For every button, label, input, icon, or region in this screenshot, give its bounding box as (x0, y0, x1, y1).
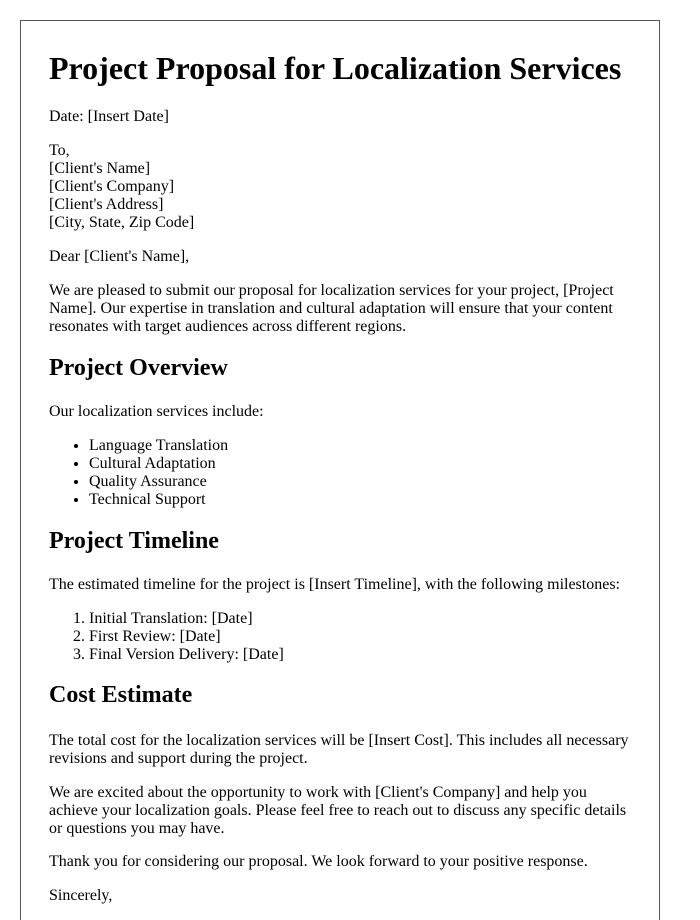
address-line: To, (49, 142, 70, 159)
milestones-list: Initial Translation: [Date] First Review… (49, 610, 284, 664)
date-line: Date: [Insert Date] (49, 108, 169, 125)
timeline-lead: The estimated timeline for the project i… (49, 576, 620, 593)
closing-paragraph: We are excited about the opportunity to … (49, 784, 627, 837)
list-item: Technical Support (89, 491, 228, 509)
address-line: [Client's Name] (49, 160, 151, 177)
list-item: Cultural Adaptation (89, 455, 228, 473)
list-item: Language Translation (89, 437, 228, 455)
list-item: Final Version Delivery: [Date] (89, 646, 284, 664)
thanks-paragraph: Thank you for considering our proposal. … (49, 853, 588, 870)
list-item: Initial Translation: [Date] (89, 610, 284, 628)
list-item: First Review: [Date] (89, 628, 284, 646)
overview-lead: Our localization services include: (49, 403, 264, 420)
document-page: Project Proposal for Localization Servic… (20, 20, 660, 920)
recipient-address: To, [Client's Name] [Client's Company] [… (49, 142, 634, 232)
section-heading-timeline: Project Timeline (49, 528, 219, 554)
document-title: Project Proposal for Localization Servic… (49, 50, 622, 86)
address-line: [Client's Address] (49, 196, 164, 213)
signoff: Sincerely, (49, 887, 113, 904)
services-list: Language Translation Cultural Adaptation… (49, 437, 228, 509)
section-heading-overview: Project Overview (49, 355, 228, 381)
intro-paragraph: We are pleased to submit our proposal fo… (49, 282, 614, 335)
address-line: [Client's Company] (49, 178, 175, 195)
section-heading-cost: Cost Estimate (49, 682, 193, 708)
address-line: [City, State, Zip Code] (49, 214, 195, 231)
salutation: Dear [Client's Name], (49, 248, 190, 265)
cost-paragraph: The total cost for the localization serv… (49, 732, 629, 767)
list-item: Quality Assurance (89, 473, 228, 491)
